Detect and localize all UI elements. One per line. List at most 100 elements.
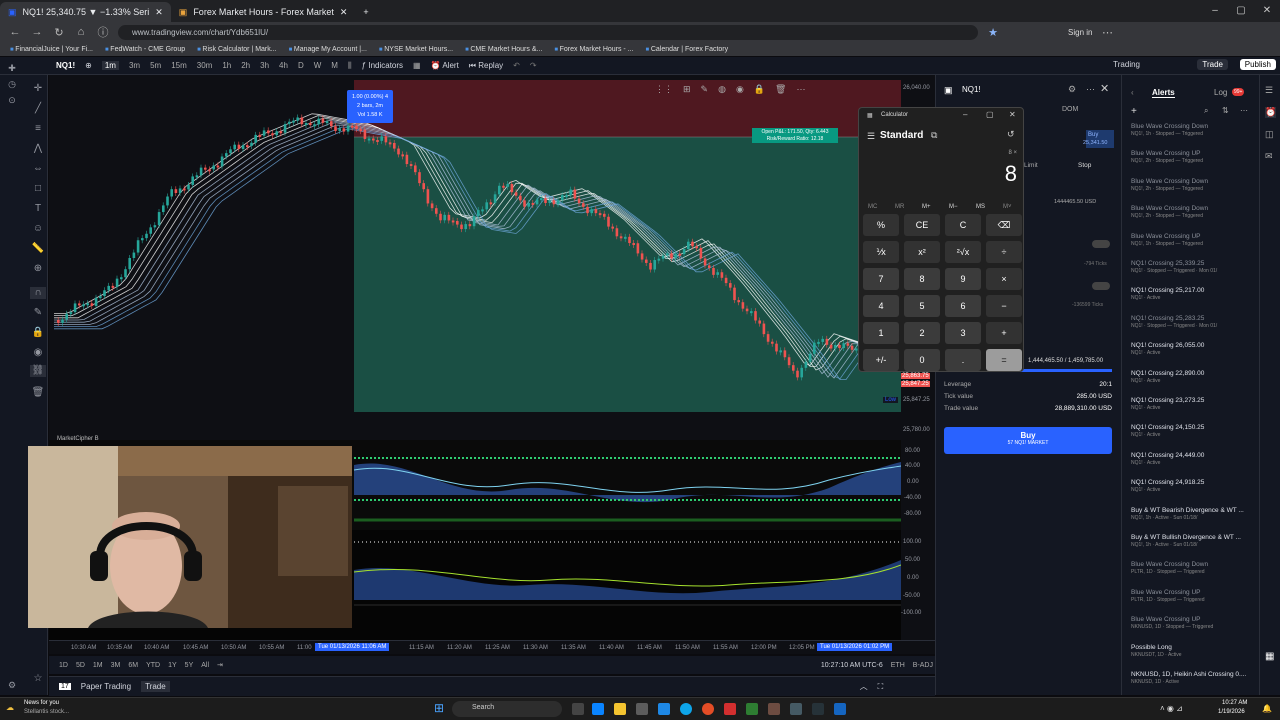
candle-type-icon[interactable]: ⫼ <box>348 61 352 71</box>
range-3m[interactable]: 3M <box>111 662 121 669</box>
browser-tab-forex[interactable]: ▣ Forex Market Hours - Forex Market ✕ <box>171 2 356 22</box>
range-5d[interactable]: 5D <box>76 662 85 669</box>
timeframe-30m[interactable]: 30m <box>197 61 213 70</box>
panel-settings-icon[interactable]: ⚙ <box>1068 84 1076 95</box>
alert-item[interactable]: Buy & WT Bullish Divergence & WT ... NQ1!… <box>1131 534 1256 548</box>
buy-button[interactable]: Buy 57 NQ1! MARKET <box>944 427 1112 454</box>
apps-grid-icon[interactable]: ▦ <box>1265 651 1274 662</box>
symbol-search[interactable]: NQ1! <box>56 61 75 70</box>
trash-icon[interactable]: 🗑 <box>30 387 46 399</box>
alert-item[interactable]: NQ1! Crossing 26,055.00 NQ1! · Active <box>1131 342 1256 356</box>
calc-mplus[interactable]: M+ <box>922 204 931 210</box>
stop-tab[interactable]: Stop <box>1078 162 1091 169</box>
file-explorer-icon[interactable] <box>614 703 626 715</box>
trade-button[interactable]: Trade <box>1197 59 1228 70</box>
eye-icon[interactable]: ◉ <box>30 347 46 359</box>
timeframe-15m[interactable]: 15m <box>171 61 187 70</box>
calc-key[interactable]: − <box>986 295 1022 317</box>
alerts-clock-icon[interactable]: ⏰ <box>1265 107 1277 118</box>
settings-icon[interactable]: ⚙ <box>6 680 18 691</box>
range-ytd[interactable]: YTD <box>146 662 160 669</box>
timeframe-m[interactable]: M <box>331 61 338 70</box>
timeframe-1h[interactable]: 1h <box>222 61 231 70</box>
alert-item[interactable]: Blue Wave Crossing Down PLTR, 1D · Stoppe… <box>1131 561 1256 575</box>
measure-icon[interactable]: ⇔ <box>30 163 46 175</box>
alert-item[interactable]: NQ1! Crossing 24,150.25 NQ1! · Active <box>1131 424 1256 438</box>
alert-item[interactable]: Blue Wave Crossing UP PLTR, 1D · Stopped … <box>1131 589 1256 603</box>
calc-key[interactable]: % <box>863 214 899 236</box>
calc-key[interactable]: CE <box>904 214 940 236</box>
calc-maximize-icon[interactable]: ▢ <box>986 110 994 119</box>
redo-icon[interactable]: ↷ <box>530 61 537 70</box>
alert-item[interactable]: NQ1! Crossing 24,449.00 NQ1! · Active <box>1131 452 1256 466</box>
app-icon[interactable] <box>812 703 824 715</box>
alerts-back-icon[interactable]: ‹ <box>1131 88 1134 97</box>
alert-item[interactable]: Blue Wave Crossing Down NQ1!, 2h · Stoppe… <box>1131 178 1256 192</box>
calc-mlist[interactable]: M˅ <box>1003 204 1012 210</box>
calc-key[interactable]: 9 <box>945 268 981 290</box>
ruler-icon[interactable]: 📏 <box>30 243 46 255</box>
url-input[interactable]: www.tradingview.com/chart/Ydb651lU/ <box>118 24 978 40</box>
taskbar-date[interactable]: 1/19/2026 <box>1218 709 1245 715</box>
calc-key[interactable]: x² <box>904 241 940 263</box>
task-view-icon[interactable] <box>572 703 584 715</box>
calc-key[interactable]: ²√x <box>945 241 981 263</box>
star-icon[interactable]: ☆ <box>30 673 46 685</box>
chrome-icon[interactable] <box>702 703 714 715</box>
toggle-switch[interactable] <box>1092 282 1110 290</box>
session-toggle[interactable]: ETH <box>891 662 905 669</box>
timeframe-3h[interactable]: 3h <box>260 61 269 70</box>
app-icon[interactable] <box>768 703 780 715</box>
timeframe-1m[interactable]: 1m <box>101 61 119 70</box>
undo-icon[interactable]: ↶ <box>513 61 520 70</box>
add-symbol-icon[interactable]: ⊕ <box>85 61 92 70</box>
app-icon[interactable] <box>724 703 736 715</box>
paper-trading-tab[interactable]: Paper Trading <box>81 682 131 691</box>
calc-key[interactable]: × <box>986 268 1022 290</box>
tab-close-icon[interactable]: ✕ <box>155 7 163 18</box>
trendline-icon[interactable]: ╱ <box>30 103 46 115</box>
windows-start-icon[interactable]: ⊞ <box>434 701 444 715</box>
lock-drawing-icon[interactable]: 🔒 <box>754 84 765 100</box>
bookmark-item[interactable]: CME Market Hours &... <box>465 46 542 53</box>
calc-key[interactable]: 7 <box>863 268 899 290</box>
fib-icon[interactable]: ≡ <box>30 123 46 135</box>
log-tab[interactable]: Log <box>1214 88 1227 97</box>
excel-icon[interactable] <box>746 703 758 715</box>
range-1m[interactable]: 1M <box>93 662 103 669</box>
panel-close-icon[interactable]: ✕ <box>1100 82 1109 95</box>
home-icon[interactable]: ⌂ <box>74 26 88 38</box>
maximize-icon[interactable]: ▢ <box>1228 0 1254 22</box>
calc-mminus[interactable]: M− <box>949 204 958 210</box>
alert-item[interactable]: Blue Wave Crossing UP NQ1!, 1h · Stopped … <box>1131 233 1256 247</box>
calc-close-icon[interactable]: ✕ <box>1009 110 1016 119</box>
calc-mc[interactable]: MC <box>868 204 877 210</box>
magnet-icon[interactable]: ∩ <box>30 287 46 299</box>
tray-icons[interactable]: ˄ ◉ ⊿ <box>1160 704 1183 713</box>
timeframe-5m[interactable]: 5m <box>150 61 161 70</box>
price-chart[interactable]: 1.00 (0.00%) 4 2 bars, 2m Vol 1.58 K Ope… <box>49 75 901 440</box>
browser-menu-icon[interactable]: ⋯ <box>1100 26 1114 39</box>
news-title[interactable]: News for you <box>24 700 59 706</box>
minimize-icon[interactable]: – <box>1202 0 1228 22</box>
calc-menu-icon[interactable]: ☰ <box>867 131 875 142</box>
signin-button[interactable]: Sign in <box>1068 28 1092 37</box>
calc-key[interactable]: = <box>986 349 1022 371</box>
alert-item[interactable]: NQ1! Crossing 25,217.00 NQ1! · Active <box>1131 287 1256 301</box>
calc-key[interactable]: ÷ <box>986 241 1022 263</box>
add-alert-icon[interactable]: + <box>1131 106 1137 117</box>
back-icon[interactable]: ← <box>8 26 22 38</box>
reload-icon[interactable]: ↻ <box>52 26 66 39</box>
chat-icon[interactable]: ✉ <box>1265 151 1273 162</box>
app-icon[interactable] <box>592 703 604 715</box>
bookmark-item[interactable]: Calendar | Forex Factory <box>646 46 728 53</box>
bookmark-item[interactable]: FinancialJuice | Your Fi... <box>10 46 93 53</box>
bookmark-item[interactable]: NYSE Market Hours... <box>379 46 453 53</box>
taskbar-search[interactable]: Search <box>452 701 562 717</box>
alert-item[interactable]: Possible Long NKNUSDT, 1D · Active <box>1131 644 1256 658</box>
app-icon[interactable] <box>834 703 846 715</box>
calc-key[interactable]: + <box>986 322 1022 344</box>
maximize-panel-icon[interactable]: ⛶ <box>878 682 884 692</box>
browser-tab-tradingview[interactable]: ▣ NQ1! 25,340.75 ▼ −1.33% Seri ✕ <box>0 2 171 22</box>
note-icon[interactable]: ☺ <box>30 223 46 235</box>
